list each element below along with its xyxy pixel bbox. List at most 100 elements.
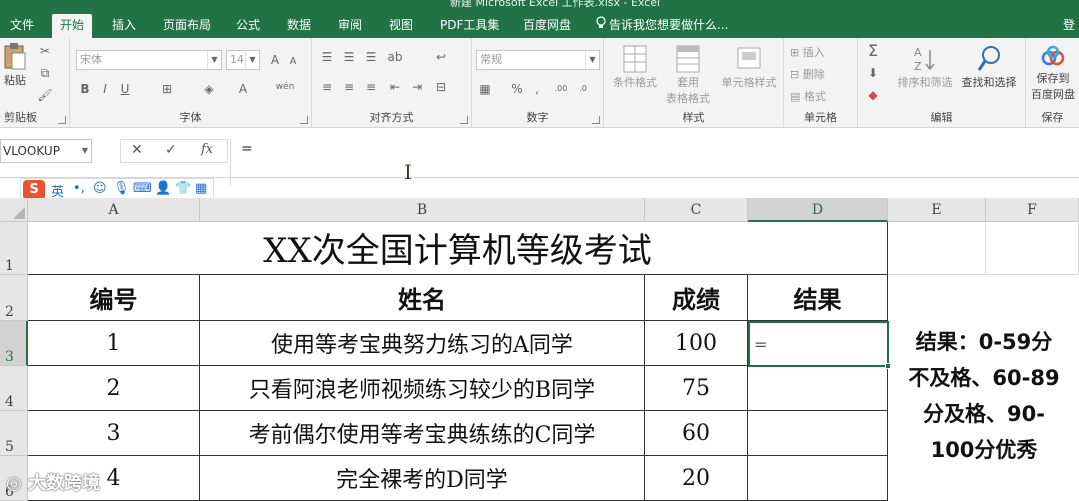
punctuation-icon[interactable]: •, <box>73 181 85 196</box>
header-result[interactable]: 结果 <box>748 275 888 321</box>
microphone-icon[interactable]: 🎙 <box>113 181 130 196</box>
align-center-icon[interactable]: ≡ <box>340 78 358 96</box>
format-cells-button[interactable]: ▤ 格式 <box>790 88 826 104</box>
increase-decimal-icon[interactable]: .00 <box>552 80 570 98</box>
cell-result[interactable] <box>748 456 888 501</box>
cell-f1[interactable] <box>986 222 1079 275</box>
percent-style-button[interactable]: % <box>508 80 526 98</box>
accounting-format-icon[interactable]: ▦ <box>476 80 494 98</box>
phonetic-icon[interactable]: wén <box>272 78 298 96</box>
tab-pdf-tools[interactable]: PDF工具集 <box>432 14 507 38</box>
align-top-icon[interactable]: ☰ <box>318 48 336 66</box>
cancel-icon[interactable]: ✕ <box>131 142 143 158</box>
tab-view[interactable]: 视图 <box>381 14 421 38</box>
name-box[interactable]: VLOOKUP ▼ <box>0 139 92 163</box>
find-select-button[interactable]: 查找和选择 <box>956 44 1022 90</box>
align-middle-icon[interactable]: ☰ <box>340 48 358 66</box>
tab-insert[interactable]: 插入 <box>104 14 144 38</box>
cell-score[interactable]: 60 <box>645 411 748 456</box>
cell-score[interactable]: 20 <box>645 456 748 501</box>
cell-e1[interactable] <box>888 222 986 275</box>
grow-font-icon[interactable]: A <box>266 51 284 69</box>
fill-icon[interactable]: ⬇ <box>864 64 882 82</box>
align-left-icon[interactable]: ≡ <box>318 78 336 96</box>
insert-function-icon[interactable]: fx <box>201 142 213 157</box>
row-header-3[interactable]: 3 <box>0 321 28 366</box>
font-color-icon[interactable]: A <box>234 80 252 98</box>
autosum-icon[interactable]: Σ <box>864 42 882 60</box>
tab-review[interactable]: 审阅 <box>330 14 370 38</box>
comma-style-button[interactable]: , <box>528 80 546 98</box>
clipboard-launcher-icon[interactable] <box>58 116 66 124</box>
header-name[interactable]: 姓名 <box>200 275 645 321</box>
cell-name[interactable]: 完全裸考的D同学 <box>200 456 645 501</box>
paste-button[interactable]: 粘贴 <box>2 42 28 88</box>
clear-icon[interactable]: ◆ <box>864 86 882 104</box>
copy-icon[interactable]: ⧉ <box>36 64 54 82</box>
column-header-b[interactable]: B <box>200 198 645 222</box>
header-id[interactable]: 编号 <box>28 275 200 321</box>
skin-icon[interactable]: 👕 <box>175 181 191 196</box>
emoji-icon[interactable]: ☺ <box>93 181 107 196</box>
decrease-indent-icon[interactable]: ⇤ <box>386 78 404 96</box>
column-header-a[interactable]: A <box>28 198 200 222</box>
fill-color-icon[interactable]: ◈ <box>200 80 218 98</box>
align-right-icon[interactable]: ≡ <box>362 78 380 96</box>
cell-id[interactable]: 3 <box>28 411 200 456</box>
number-launcher-icon[interactable] <box>592 116 600 124</box>
row-header-2[interactable]: 2 <box>0 275 28 321</box>
cut-icon[interactable]: ✂ <box>36 42 54 60</box>
conditional-formatting-button[interactable]: 条件格式 <box>608 44 662 90</box>
column-header-d[interactable]: D <box>748 198 888 222</box>
tab-baidu-netdisk[interactable]: 百度网盘 <box>515 14 579 38</box>
cell-result[interactable] <box>748 366 888 411</box>
tab-page-layout[interactable]: 页面布局 <box>155 14 219 38</box>
font-launcher-icon[interactable] <box>300 116 308 124</box>
underline-button[interactable]: U <box>116 80 134 98</box>
save-to-baidu-button[interactable]: 保存到 百度网盘 <box>1028 44 1078 102</box>
column-header-f[interactable]: F <box>986 198 1079 222</box>
tab-home[interactable]: 开始 <box>52 14 93 38</box>
cell-score[interactable]: 100 <box>645 321 748 366</box>
bold-button[interactable]: B <box>76 80 94 98</box>
user-icon[interactable]: 👤 <box>155 181 171 196</box>
sign-in-link[interactable]: 登 <box>1055 14 1079 38</box>
format-painter-icon[interactable]: 🖌 <box>36 86 54 104</box>
borders-icon[interactable]: ⊞ <box>158 80 176 98</box>
tab-formulas[interactable]: 公式 <box>228 14 268 38</box>
increase-indent-icon[interactable]: ⇥ <box>408 78 426 96</box>
enter-icon[interactable]: ✓ <box>165 142 177 158</box>
cell-name[interactable]: 只看阿浪老师视频练习较少的B同学 <box>200 366 645 411</box>
column-header-c[interactable]: C <box>645 198 748 222</box>
cell-name[interactable]: 考前偶尔使用等考宝典练练的C同学 <box>200 411 645 456</box>
column-header-e[interactable]: E <box>888 198 986 222</box>
formula-input[interactable]: = <box>230 139 1079 185</box>
merge-center-icon[interactable]: ⊟ <box>432 78 450 96</box>
cell-name[interactable]: 使用等考宝典努力练习的A同学 <box>200 321 645 366</box>
orientation-icon[interactable]: ab <box>386 48 404 66</box>
tab-file[interactable]: 文件 <box>2 14 42 38</box>
cell-styles-button[interactable]: 单元格样式 <box>716 44 782 90</box>
shrink-font-icon[interactable]: A <box>284 53 302 71</box>
row-header-5[interactable]: 5 <box>0 411 28 456</box>
fill-handle[interactable] <box>885 363 891 369</box>
tab-data[interactable]: 数据 <box>279 14 319 38</box>
alignment-launcher-icon[interactable] <box>460 116 468 124</box>
format-as-table-button[interactable]: 套用 表格格式 <box>660 44 716 106</box>
active-cell-result[interactable]: = <box>748 321 889 367</box>
cell-id[interactable]: 2 <box>28 366 200 411</box>
font-size-combo[interactable]: 14 ▼ <box>226 50 260 70</box>
row-header-1[interactable]: 1 <box>0 222 28 275</box>
tell-me-box[interactable]: 告诉我您想要做什么... <box>588 14 736 38</box>
row-header-4[interactable]: 4 <box>0 366 28 411</box>
insert-cells-button[interactable]: ⊞ 插入 <box>790 44 825 60</box>
decrease-decimal-icon[interactable]: .0 <box>574 80 592 98</box>
header-score[interactable]: 成绩 <box>645 275 748 321</box>
cell-score[interactable]: 75 <box>645 366 748 411</box>
sogou-logo-icon[interactable]: S <box>23 180 45 200</box>
cell-id[interactable]: 1 <box>28 321 200 366</box>
cell-result[interactable] <box>748 411 888 456</box>
italic-button[interactable]: I <box>96 80 114 98</box>
select-all-button[interactable] <box>0 198 28 222</box>
number-format-combo[interactable]: 常规 ▼ <box>476 50 600 70</box>
